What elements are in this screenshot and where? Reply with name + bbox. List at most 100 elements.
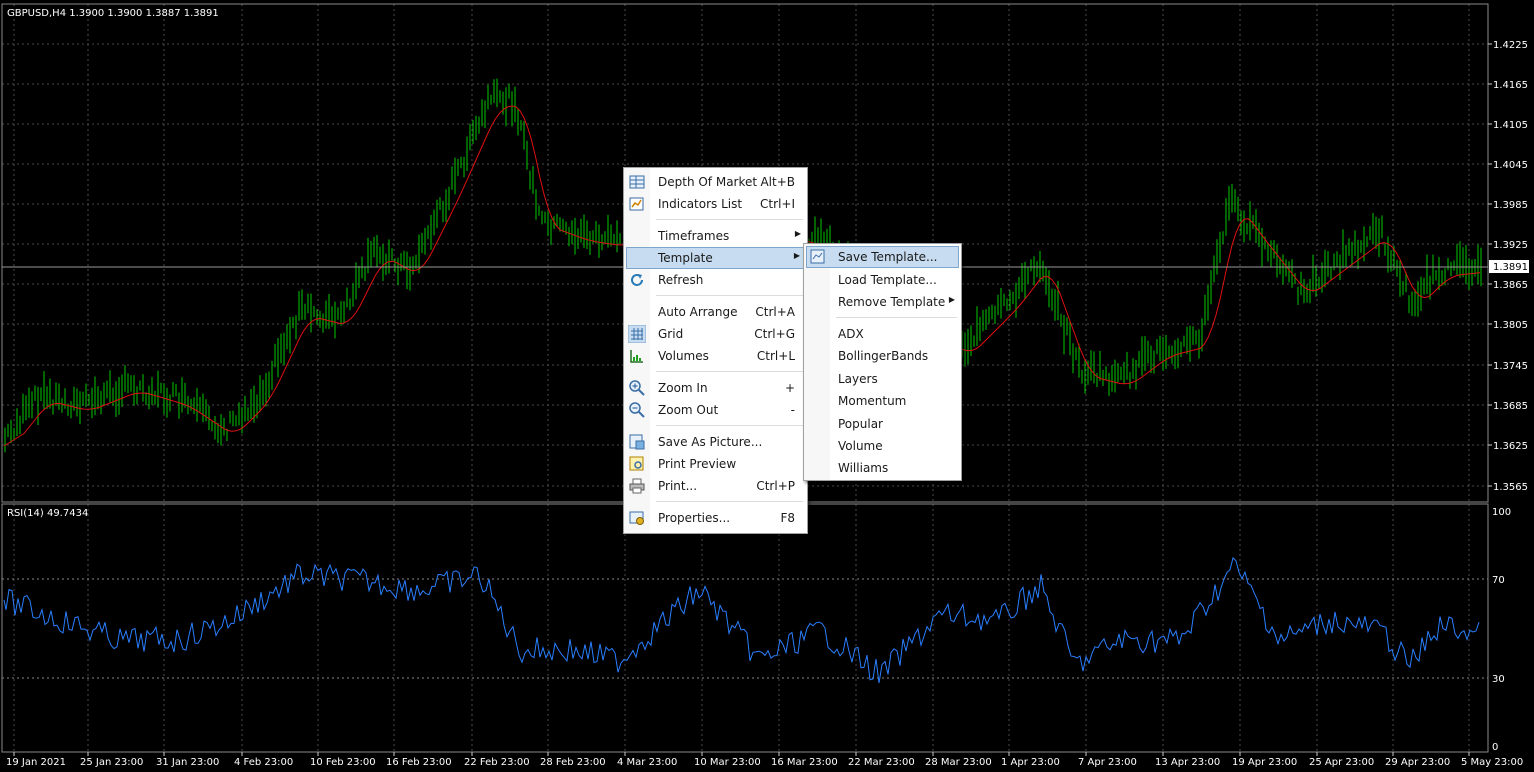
menu-item-template-layers[interactable]: Layers [806,368,959,390]
time-tick-label: 28 Feb 23:00 [540,757,606,768]
menu-separator [836,317,957,318]
rsi-tick-label: 70 [1492,575,1505,586]
zoom-out-icon [629,402,645,418]
menu-item-label: Layers [838,372,878,386]
price-tick-label: 1.3745 [1493,361,1528,372]
menu-item-label: Print... [658,479,698,493]
rsi-tick-label: 100 [1492,507,1511,518]
rsi-tick-label: 0 [1492,742,1498,753]
price-tick-label: 1.3805 [1493,320,1528,331]
menu-item-zoom-out[interactable]: Zoom Out - [626,399,805,421]
menu-item-label: Indicators List [658,197,743,211]
menu-item-shortcut: F8 [780,511,795,525]
menu-item-shortcut: + [784,381,795,395]
time-tick-label: 16 Feb 23:00 [386,757,452,768]
save-template-icon [810,249,825,264]
chart-context-menu: Depth Of Market Alt+B Indicators List Ct… [623,167,808,534]
print-preview-icon [629,456,644,471]
menu-item-grid[interactable]: Grid Ctrl+G [626,323,805,345]
time-tick-label: 19 Apr 23:00 [1232,757,1297,768]
menu-item-label: Zoom In [658,381,708,395]
time-tick-label: 25 Jan 23:00 [80,757,143,768]
menu-item-label: ADX [838,327,864,341]
menu-item-label: Save Template... [838,250,938,264]
menu-item-label: BollingerBands [838,349,929,363]
depth-of-market-icon [629,175,645,189]
menu-item-label: Williams [838,461,889,475]
menu-separator [656,219,803,220]
menu-item-label: Popular [838,417,883,431]
menu-item-shortcut: - [790,403,795,417]
menu-item-shortcut: Ctrl+A [755,305,795,319]
current-price-label: 1.3891 [1493,262,1528,273]
price-tick-label: 1.3565 [1493,482,1528,493]
indicators-list-icon [629,197,644,211]
menu-item-label: Print Preview [658,457,737,471]
menu-item-template-williams[interactable]: Williams [806,457,959,479]
time-tick-label: 22 Feb 23:00 [464,757,530,768]
menu-item-save-template[interactable]: Save Template... [806,246,959,268]
time-tick-label: 22 Mar 23:00 [848,757,915,768]
time-tick-label: 28 Mar 23:00 [925,757,992,768]
price-tick-label: 1.4105 [1493,120,1528,131]
menu-item-load-template[interactable]: Load Template... [806,269,959,291]
menu-item-label: Load Template... [838,273,937,287]
properties-icon [629,511,644,525]
zoom-in-icon [629,380,645,396]
menu-item-print-preview[interactable]: Print Preview [626,453,805,475]
menu-item-label: Momentum [838,394,907,408]
time-tick-label: 5 May 23:00 [1461,757,1523,768]
menu-item-timeframes[interactable]: Timeframes ▶ [626,225,805,247]
menu-item-label: Auto Arrange [658,305,738,319]
time-tick-label: 10 Mar 23:00 [694,757,761,768]
menu-item-properties[interactable]: Properties... F8 [626,507,805,529]
time-tick-label: 13 Apr 23:00 [1155,757,1220,768]
menu-separator [656,425,803,426]
menu-item-indicators-list[interactable]: Indicators List Ctrl+I [626,193,805,215]
rsi-header: RSI(14) 49.7434 [7,508,88,519]
time-tick-label: 10 Feb 23:00 [310,757,376,768]
menu-item-template-popular[interactable]: Popular [806,413,959,435]
price-tick-label: 1.3985 [1493,200,1528,211]
price-tick-label: 1.4165 [1493,80,1528,91]
menu-item-shortcut: Alt+B [760,175,795,189]
menu-item-label: Refresh [658,273,704,287]
menu-item-save-as-picture[interactable]: Save As Picture... [626,431,805,453]
save-picture-icon [629,434,645,450]
menu-item-label: Remove Template [838,295,946,309]
time-tick-label: 31 Jan 23:00 [156,757,219,768]
menu-item-shortcut: Ctrl+L [756,349,795,363]
menu-item-print[interactable]: Print... Ctrl+P [626,475,805,497]
menu-item-label: Properties... [658,511,731,525]
rsi-tick-label: 30 [1492,674,1505,685]
menu-item-label: Volumes [658,349,709,363]
menu-item-volumes[interactable]: Volumes Ctrl+L [626,345,805,367]
menu-item-auto-arrange[interactable]: Auto Arrange Ctrl+A [626,301,805,323]
grid-icon [628,325,646,343]
menu-item-zoom-in[interactable]: Zoom In + [626,377,805,399]
time-tick-label: 25 Apr 23:00 [1309,757,1374,768]
menu-item-depth-of-market[interactable]: Depth Of Market Alt+B [626,171,805,193]
time-tick-label: 4 Feb 23:00 [234,757,293,768]
menu-separator [656,371,803,372]
price-tick-label: 1.3625 [1493,441,1528,452]
submenu-arrow-icon: ▶ [793,251,800,260]
price-tick-label: 1.3865 [1493,280,1528,291]
menu-item-remove-template[interactable]: Remove Template ▶ [806,291,959,313]
time-tick-label: 29 Apr 23:00 [1385,757,1450,768]
price-tick-label: 1.3685 [1493,401,1528,412]
time-tick-label: 7 Apr 23:00 [1078,757,1137,768]
menu-item-template-momentum[interactable]: Momentum [806,390,959,412]
menu-separator [656,501,803,502]
menu-item-label: Save As Picture... [658,435,763,449]
menu-item-refresh[interactable]: Refresh [626,269,805,291]
time-tick-label: 19 Jan 2021 [6,757,66,768]
chart-header: GBPUSD,H4 1.3900 1.3900 1.3887 1.3891 [7,8,219,19]
time-tick-label: 4 Mar 23:00 [617,757,677,768]
menu-item-template-volume[interactable]: Volume [806,435,959,457]
menu-item-template-adx[interactable]: ADX [806,323,959,345]
menu-item-template-bollingerbands[interactable]: BollingerBands [806,345,959,367]
menu-item-label: Depth Of Market [658,175,758,189]
menu-item-template[interactable]: Template ▶ [626,247,805,269]
price-tick-label: 1.3925 [1493,240,1528,251]
